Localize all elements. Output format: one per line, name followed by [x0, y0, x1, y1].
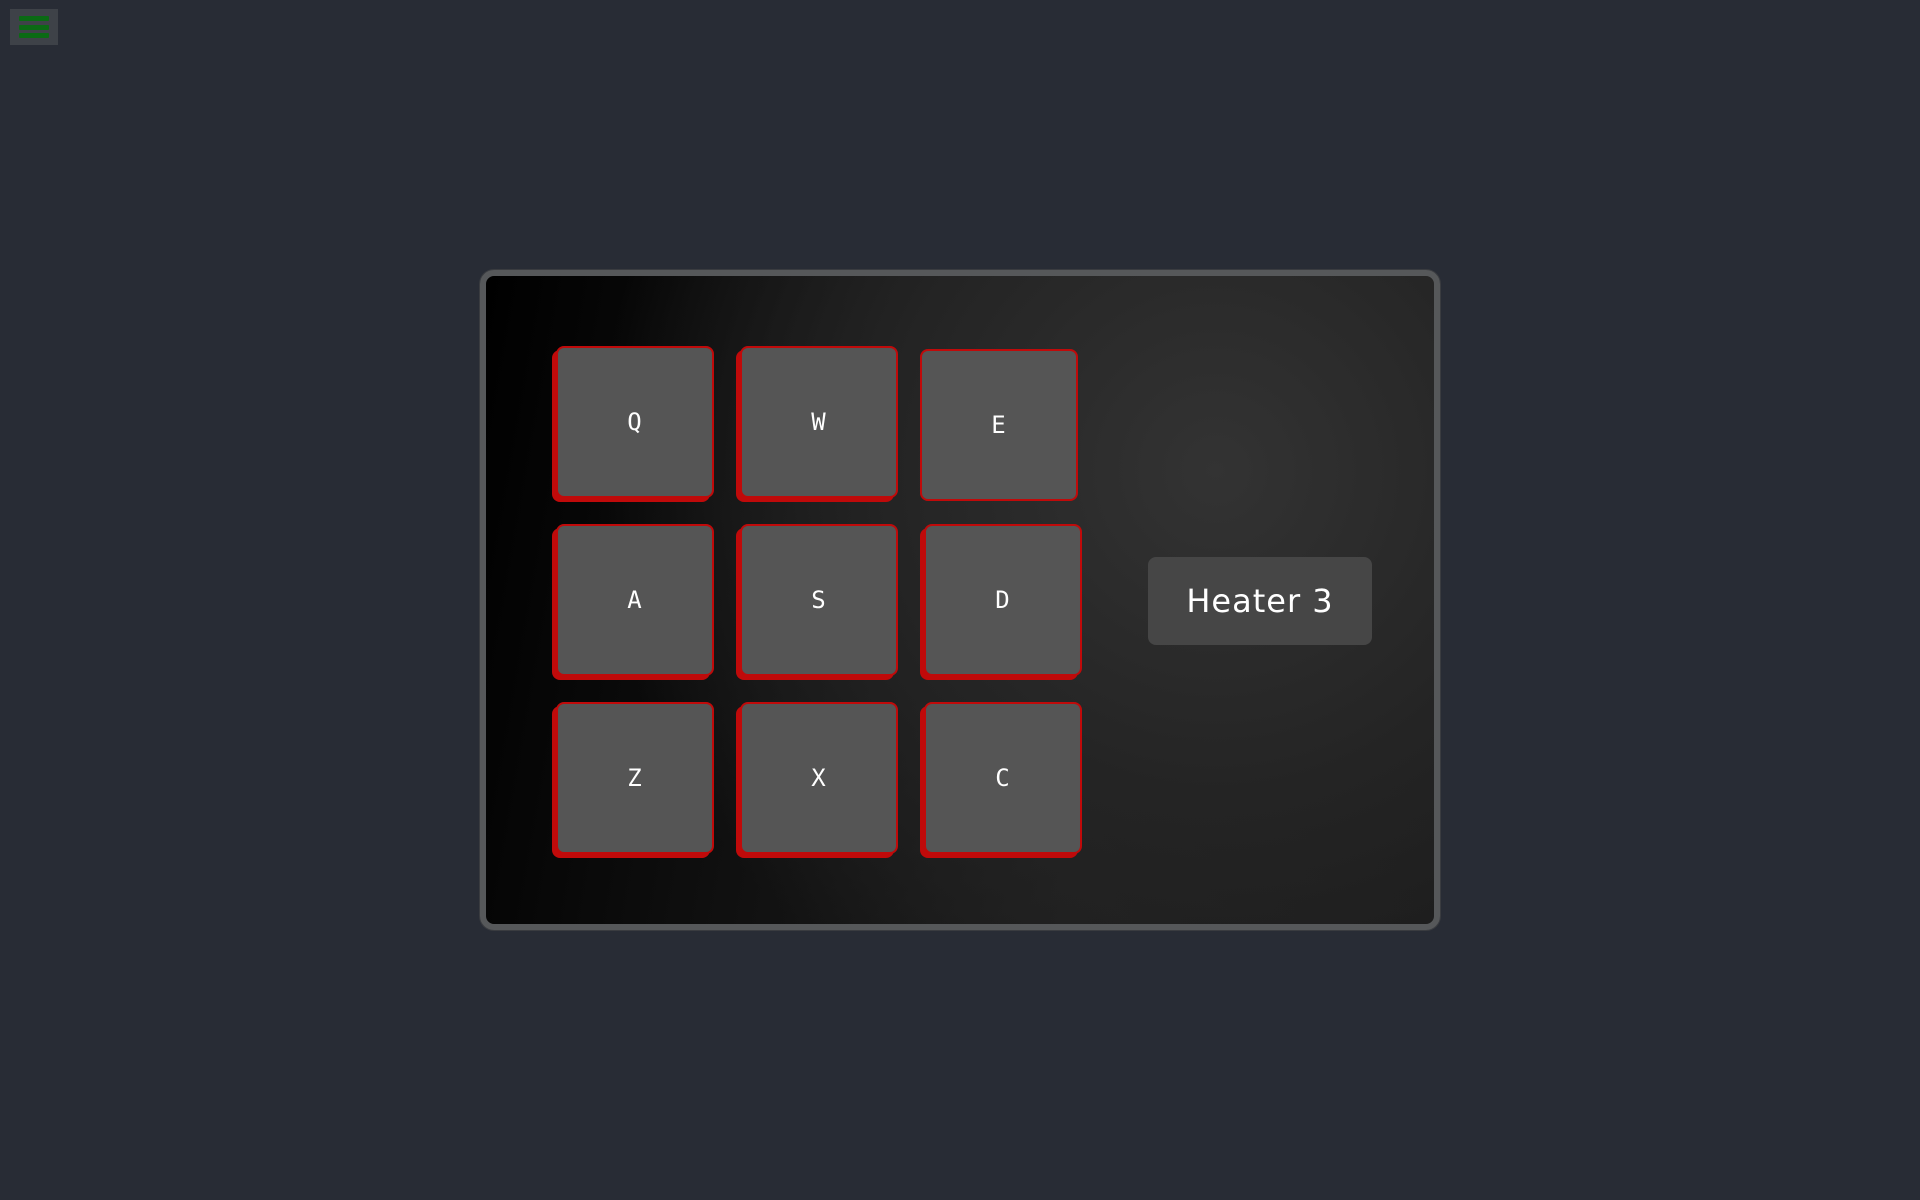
control-panel: Q W E A S D Z X C Heater 3: [480, 270, 1440, 930]
menu-button[interactable]: [10, 9, 58, 45]
key-x[interactable]: X: [740, 702, 898, 854]
key-w[interactable]: W: [740, 346, 898, 498]
menu-bar: [19, 24, 49, 30]
key-a[interactable]: A: [556, 524, 714, 676]
menu-bar: [19, 33, 49, 38]
key-s[interactable]: S: [740, 524, 898, 676]
key-c[interactable]: C: [924, 702, 1082, 854]
key-d[interactable]: D: [924, 524, 1082, 676]
menu-bar: [19, 16, 49, 21]
key-e[interactable]: E: [920, 349, 1078, 501]
key-q[interactable]: Q: [556, 346, 714, 498]
device-label: Heater 3: [1148, 557, 1372, 645]
key-z[interactable]: Z: [556, 702, 714, 854]
